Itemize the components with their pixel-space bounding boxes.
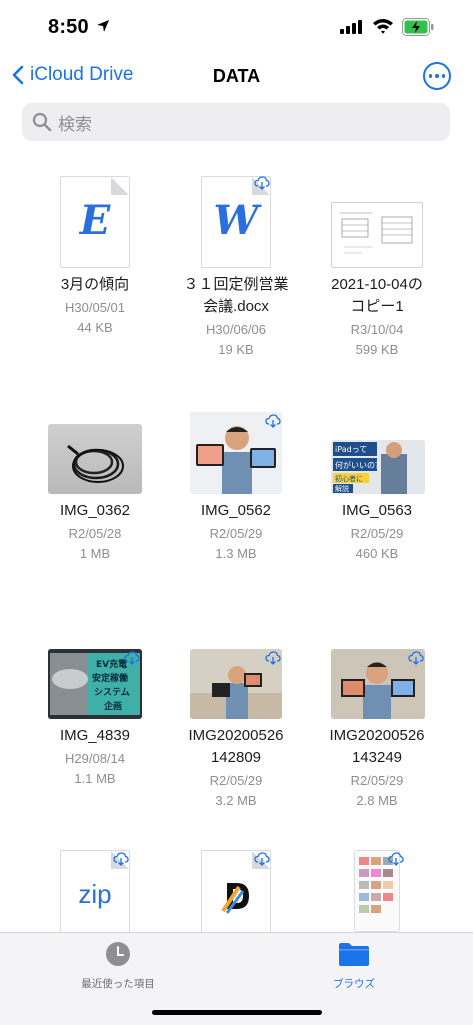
file-size: 1 MB (79, 546, 111, 561)
search-field[interactable]: 検索 (22, 103, 450, 141)
file-date: H30/06/06 (206, 322, 266, 337)
file-date: R2/05/29 (209, 773, 263, 788)
file-date: H29/08/14 (65, 751, 125, 766)
excel-document-icon: E (60, 176, 130, 268)
file-size: 19 KB (218, 342, 254, 357)
file-item[interactable]: EV充電 安定稼働 システム 企画 IMG_4839 H29/08/14 1.1… (20, 645, 170, 815)
tab-browse[interactable]: ブラウズ (274, 941, 434, 991)
folder-icon (339, 943, 369, 966)
file-name: 2021-10-04の (331, 276, 423, 293)
cloud-download-icon[interactable] (254, 852, 270, 866)
file-size: 3.2 MB (215, 793, 257, 808)
file-size: 1.1 MB (74, 771, 116, 786)
ev-caption-1: EV充電 (96, 658, 127, 670)
tab-browse-label: ブラウズ (333, 978, 375, 990)
more-options-button[interactable] (423, 62, 451, 90)
ev-caption-4: 企画 (103, 700, 122, 712)
file-name: 3月の傾向 (60, 276, 130, 293)
file-item[interactable]: IMG20200526 142809 R2/05/29 3.2 MB (161, 645, 311, 815)
file-name-line2: 142809 (210, 749, 262, 766)
file-item[interactable] (161, 850, 311, 942)
navigation-bar: iCloud Drive DATA (0, 56, 473, 100)
excel-letter: E (79, 197, 111, 244)
file-date: R2/05/29 (209, 526, 263, 541)
tab-recents-label: 最近使った項目 (81, 978, 155, 990)
file-item[interactable]: iPadって 何がいいの？ 初心者に 解説 IMG_0563 R2/05/29 … (302, 410, 452, 570)
file-date: H30/05/01 (65, 300, 125, 315)
status-bar: 8:50 (0, 0, 473, 54)
document-preview-icon (331, 202, 423, 268)
file-item[interactable] (302, 850, 452, 932)
tab-recents[interactable]: 最近使った項目 (38, 941, 198, 991)
photo-cable-icon (48, 424, 142, 494)
file-name: IMG20200526 (188, 727, 284, 744)
file-size: 460 KB (355, 546, 399, 561)
file-item[interactable]: IMG20200526 143249 R2/05/29 2.8 MB (302, 645, 452, 815)
cloud-download-icon[interactable] (388, 852, 404, 866)
cloud-download-icon[interactable] (254, 176, 270, 190)
file-size: 2.8 MB (356, 793, 398, 808)
file-name: IMG_4839 (59, 727, 131, 744)
search-icon (32, 112, 52, 132)
cellular-signal-icon (340, 20, 362, 34)
clock-icon (106, 942, 130, 966)
zip-label: zip (78, 879, 112, 909)
ellipsis-icon (428, 74, 433, 78)
thumbnail-caption-2: 何がいいの？ (335, 460, 383, 470)
wifi-icon (373, 19, 393, 34)
file-item[interactable]: IMG_0562 R2/05/29 1.3 MB (161, 410, 311, 570)
ev-caption-3: システム (94, 687, 130, 698)
file-size: 599 KB (355, 342, 399, 357)
cable-coil (67, 444, 124, 483)
status-time: 8:50 (48, 16, 89, 38)
ellipsis-dot (435, 74, 439, 78)
youtube-thumbnail: iPadって 何がいいの？ 初心者に 解説 (331, 440, 425, 494)
file-item[interactable]: 2021-10-04の コピー1 R3/10/04 599 KB (302, 170, 452, 370)
file-item[interactable]: W ３１回定例営業 会議.docx H30/06/06 19 KB (161, 170, 311, 370)
cloud-download-icon[interactable] (124, 651, 140, 665)
file-date: R2/05/29 (350, 526, 404, 541)
location-arrow-icon (97, 20, 109, 32)
file-name: IMG_0562 (200, 502, 272, 519)
document-sketch (340, 212, 413, 254)
thumbnail-caption-4: 解説 (335, 484, 349, 493)
file-date: R2/05/29 (350, 773, 404, 788)
file-name: IMG_0563 (341, 502, 413, 519)
file-name-line2: コピー1 (350, 298, 404, 315)
d-app-logo (219, 877, 255, 915)
cloud-download-icon[interactable] (265, 651, 281, 665)
ev-caption-2: 安定稼働 (92, 672, 128, 684)
cloud-download-icon[interactable] (408, 651, 424, 665)
word-letter: W (213, 197, 259, 244)
file-name-line2: 会議.docx (203, 298, 269, 315)
file-date: R3/10/04 (350, 322, 404, 337)
cloud-download-icon[interactable] (113, 852, 129, 866)
file-date: R2/05/28 (68, 526, 122, 541)
battery-charging-icon (402, 18, 434, 36)
file-size: 1.3 MB (215, 546, 257, 561)
thumbnail-caption-1: iPadって (335, 445, 367, 454)
search-placeholder: 検索 (58, 114, 92, 134)
file-item[interactable]: zip (20, 850, 170, 942)
file-name: IMG_0362 (59, 502, 131, 519)
page-title: DATA (212, 66, 261, 86)
file-name: IMG20200526 (329, 727, 425, 744)
thumbnail-caption-3: 初心者に (335, 474, 363, 483)
file-name-line2: 143249 (351, 749, 403, 766)
file-item[interactable]: E 3月の傾向 H30/05/01 44 KB (20, 170, 170, 370)
cloud-download-icon[interactable] (265, 414, 281, 428)
ellipsis-dot (441, 74, 446, 78)
home-indicator (152, 1010, 322, 1015)
file-name: ３１回定例営業 (183, 276, 289, 293)
file-size: 44 KB (77, 320, 113, 335)
file-item[interactable]: IMG_0362 R2/05/28 1 MB (20, 410, 170, 570)
photo-thumbnail-icon: iPadって 何がいいの？ 初心者に 解説 (331, 440, 425, 494)
